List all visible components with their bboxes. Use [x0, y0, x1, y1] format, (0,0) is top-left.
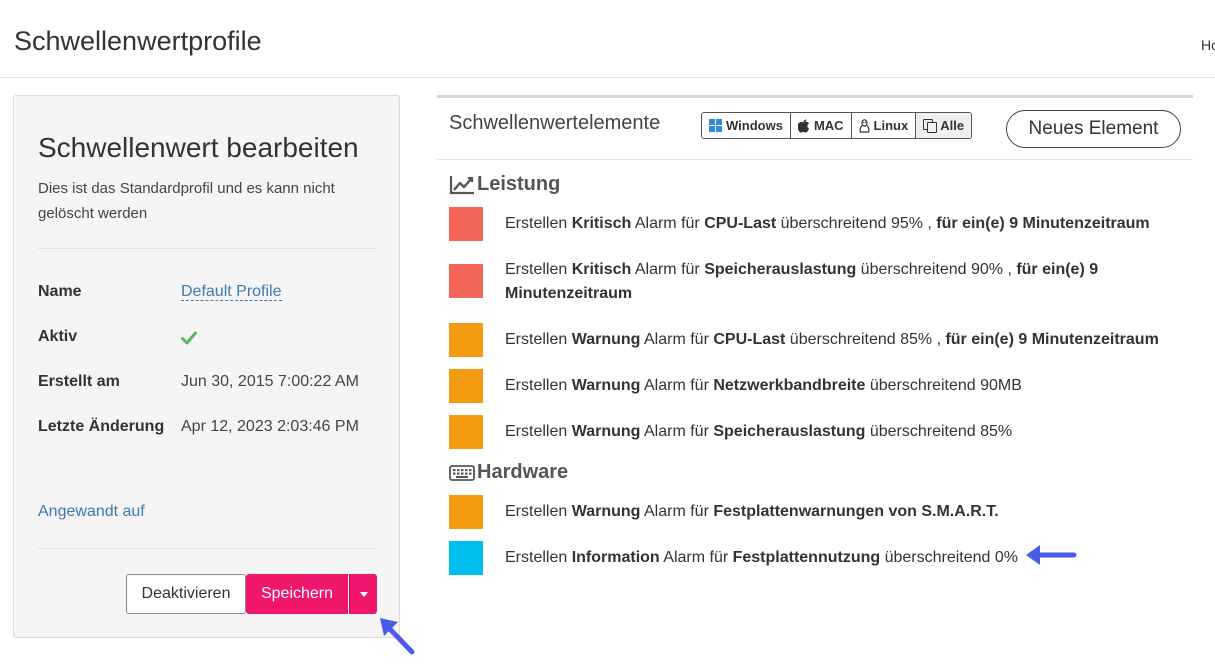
profile-name-link[interactable]: Default Profile [181, 283, 282, 301]
windows-icon [709, 119, 722, 132]
copy-icon [923, 119, 938, 133]
threshold-item-text: Erstellen Warnung Alarm für Speicherausl… [505, 423, 1013, 440]
name-label: Name [38, 283, 82, 300]
severity-swatch [449, 415, 483, 449]
name-value: Default Profile [181, 283, 282, 301]
top-bar: Schwellenwertprofile Ho [0, 0, 1215, 78]
edit-panel-title: Schwellenwert bearbeiten [38, 132, 359, 163]
check-icon [181, 331, 197, 345]
active-label: Aktiv [38, 328, 78, 345]
line-chart-icon [449, 175, 474, 194]
save-button[interactable]: Speichern [246, 574, 348, 614]
new-element-button[interactable]: Neues Element [1006, 110, 1181, 148]
page-title: Schwellenwertprofile [14, 26, 262, 56]
filter-label: MAC [813, 118, 844, 133]
severity-swatch [449, 264, 483, 298]
severity-swatch [449, 323, 483, 357]
created-row: Erstellt am Jun 30, 2015 7:00:22 AM [38, 373, 376, 397]
active-row: Aktiv [38, 328, 376, 352]
edit-threshold-panel: Schwellenwert bearbeiten Dies ist das St… [13, 95, 400, 638]
modified-row: Letzte Änderung Apr 12, 2023 2:03:46 PM [38, 418, 376, 442]
divider [38, 548, 376, 549]
section-heading-hardware: Hardware [449, 461, 568, 484]
created-value: Jun 30, 2015 7:00:22 AM [181, 373, 359, 390]
threshold-item-text: Erstellen Warnung Alarm für Netzwerkband… [505, 377, 1022, 394]
filter-mac-button[interactable]: MAC [790, 113, 852, 138]
annotation-arrow-up-left-icon [380, 618, 415, 655]
severity-swatch [449, 495, 483, 529]
threshold-item-text: Erstellen Kritisch Alarm für Speicheraus… [505, 261, 1099, 302]
threshold-item-text: Erstellen Warnung Alarm für CPU-Last übe… [505, 331, 1159, 348]
apple-icon [797, 119, 810, 133]
caret-down-icon [360, 592, 368, 597]
threshold-item-text: Erstellen Information Alarm für Festplat… [505, 549, 1019, 566]
divider [437, 159, 1193, 160]
divider [38, 248, 376, 249]
threshold-item-text: Erstellen Kritisch Alarm für CPU-Last üb… [505, 215, 1150, 232]
deactivate-button[interactable]: Deaktivieren [126, 574, 246, 614]
modified-label: Letzte Änderung [38, 418, 165, 435]
section-heading-performance: Leistung [449, 173, 560, 196]
section-heading-label: Leistung [477, 173, 561, 195]
filter-linux-button[interactable]: Linux [851, 113, 917, 138]
filter-label: Alle [940, 118, 965, 133]
breadcrumb[interactable]: Ho [1201, 37, 1215, 53]
linux-icon [859, 118, 870, 133]
created-label: Erstellt am [38, 373, 120, 390]
filter-all-button[interactable]: Alle [916, 113, 972, 138]
save-options-dropdown-button[interactable] [349, 574, 377, 614]
name-row: Name Default Profile [38, 283, 376, 307]
threshold-elements-panel: Schwellenwertelemente Windows MAC Linux … [437, 95, 1193, 615]
applied-to-link[interactable]: Angewandt auf [38, 503, 145, 521]
severity-swatch [449, 541, 483, 575]
filter-windows-button[interactable]: Windows [702, 113, 791, 138]
filter-label: Windows [726, 118, 783, 133]
severity-swatch [449, 369, 483, 403]
elements-panel-title: Schwellenwertelemente [449, 112, 661, 134]
threshold-item-text: Erstellen Warnung Alarm für Festplattenw… [505, 503, 999, 520]
section-heading-label: Hardware [477, 461, 569, 483]
annotation-arrow-left-icon [1026, 545, 1077, 565]
keyboard-icon [449, 464, 475, 481]
edit-panel-description: Dies ist das Standardprofil und es kann … [38, 180, 335, 222]
modified-value: Apr 12, 2023 2:03:46 PM [181, 418, 359, 435]
severity-swatch [449, 207, 483, 241]
filter-label: Linux [873, 118, 909, 133]
active-value [181, 328, 197, 350]
os-filter-group: Windows MAC Linux Alle [701, 112, 973, 139]
